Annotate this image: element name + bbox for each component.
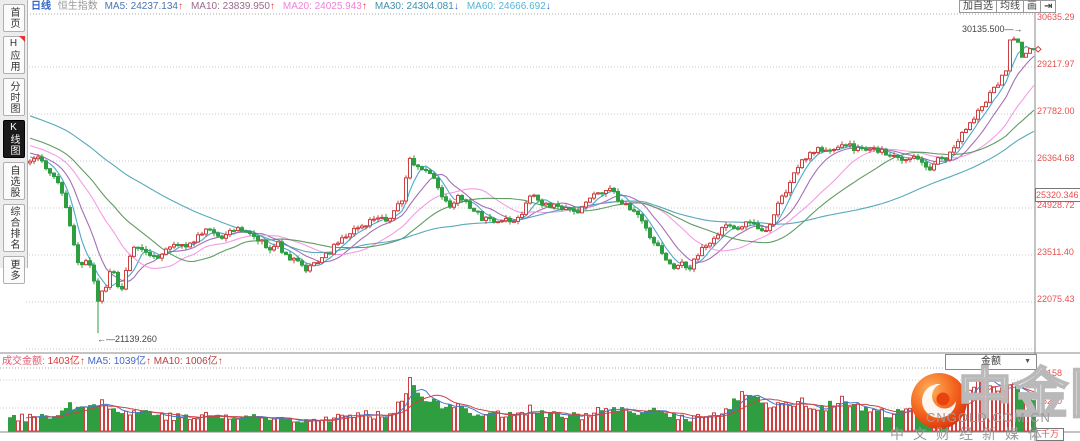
sidebar-item-综合排名[interactable]: 综合排名 (2, 204, 25, 252)
axis-tick-label: 27782.00 (1037, 106, 1075, 116)
volume-ma10-value: MA10: 1006亿 (153, 356, 218, 367)
axis-tick-label: 30158 (1037, 368, 1063, 378)
sidebar-item-H应用[interactable]: H应用 (2, 36, 25, 74)
red-badge-icon (18, 36, 25, 42)
symbol-label: 恒生指数 (57, 1, 98, 12)
amount-selector-dropdown[interactable]: 金额 ▼ (945, 354, 1037, 370)
axis-tick-label: 26364.68 (1037, 153, 1075, 163)
chart-toolbar: 加自选 均线画 ⇥ (959, 0, 1057, 13)
ma-legend-item: MA5: 24237.134↑ (104, 1, 183, 12)
axis-tick-label: 23511.40 (1037, 247, 1074, 257)
sidebar-item-首页[interactable]: 首页 (2, 4, 25, 32)
last-price-box: 25320.346 (1035, 188, 1080, 202)
sidebar-item-更多[interactable]: 更多 (2, 256, 25, 284)
kline-chart-canvas (0, 0, 1080, 441)
sidebar-item-自选股[interactable]: 自选股 (2, 162, 25, 200)
turnover-label: 成交金额: (2, 356, 48, 367)
up-arrow-icon: ↑ (79, 356, 85, 367)
chart-legend: 日线 恒生指数 MA5: 24237.134↑ MA10: 23839.950↑ M… (31, 0, 563, 14)
collapse-panel-icon[interactable]: ⇥ (1040, 0, 1057, 13)
axis-tick-label: 29217.97 (1037, 59, 1075, 69)
volume-unit-label: 千万 (1036, 428, 1064, 441)
high-annotation: 30135.500—→ (962, 24, 1023, 34)
ma-legend-item: MA20: 24025.943↑ (282, 1, 367, 12)
toolbar-button-draw[interactable]: 画 (1023, 0, 1041, 13)
toolbar-button-ma-toggle[interactable]: 均线 (996, 0, 1024, 13)
axis-tick-label: 15220 (1037, 396, 1063, 406)
amount-selector-label: 金额 (981, 356, 1001, 367)
kline-app: 日线 恒生指数 MA5: 24237.134↑ MA10: 23839.950↑ M… (0, 0, 1080, 441)
turnover-value: 1403亿 (47, 356, 80, 367)
toolbar-button-add-watchlist[interactable]: 加自选 (959, 0, 997, 13)
up-arrow-icon: ↑ (217, 356, 223, 367)
sidebar: 首页 H应用分时图 K线图自选股综合排名更多 (0, 0, 28, 284)
ma-legend-item: MA60: 24666.692↓ (466, 1, 551, 12)
period-label[interactable]: 日线 (31, 1, 51, 12)
volume-ma5-value: MA5: 1039亿 (87, 356, 146, 367)
sidebar-item-K线图[interactable]: K线图 (2, 120, 25, 158)
up-arrow-icon: ↑ (145, 356, 151, 367)
axis-tick-label: 22075.43 (1037, 294, 1075, 304)
volume-header: 成交金额: 1403亿↑ MA5: 1039亿↑ MA10: 1006亿↑ (2, 355, 223, 368)
low-annotation: ←—21139.260 (97, 334, 157, 344)
sidebar-item-分时图[interactable]: 分时图 (2, 78, 25, 116)
chevron-down-icon: ▼ (1024, 358, 1031, 365)
axis-tick-label: 30635.29 (1037, 12, 1075, 22)
ma-legend-item: MA10: 23839.950↑ (190, 1, 275, 12)
ma-legend-item: MA30: 24304.081↓ (374, 1, 459, 12)
ma-legend: MA5: 24237.134↑ MA10: 23839.950↑ MA20: 240… (105, 1, 559, 12)
